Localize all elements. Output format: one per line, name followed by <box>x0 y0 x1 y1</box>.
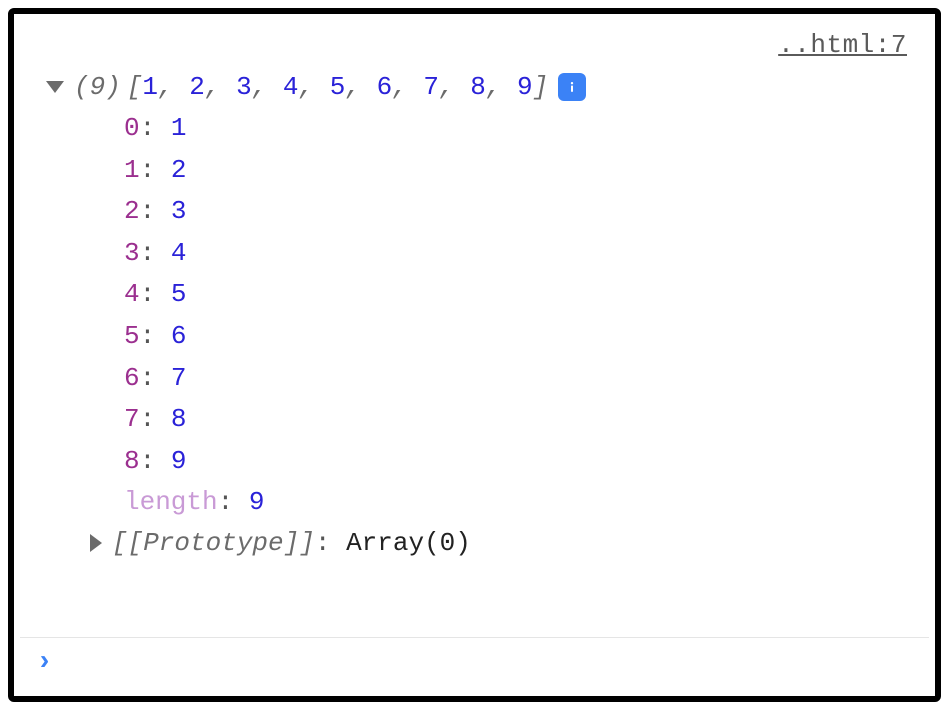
console-panel: ..html:7 (9) [1, 2, 3, 4, 5, 6, 7, 8, 9]… <box>8 8 941 702</box>
property-row[interactable]: 4: 5 <box>124 274 915 316</box>
property-key: 5 <box>124 321 140 351</box>
disclosure-triangle-icon[interactable] <box>46 81 64 93</box>
prototype-label: [[Prototype]] <box>112 528 315 558</box>
property-row[interactable]: 0: 1 <box>124 108 915 150</box>
log-entry: (9) [1, 2, 3, 4, 5, 6, 7, 8, 9] <box>34 72 915 102</box>
array-preview[interactable]: [1, 2, 3, 4, 5, 6, 7, 8, 9] <box>127 72 548 102</box>
bracket-open: [ <box>127 72 143 102</box>
length-row[interactable]: length: 9 <box>124 482 915 524</box>
array-element: 2 <box>189 72 205 102</box>
property-key: length <box>124 487 218 517</box>
property-key: 8 <box>124 446 140 476</box>
property-value: 6 <box>171 321 187 351</box>
property-row[interactable]: 3: 4 <box>124 233 915 275</box>
separator: , <box>299 72 330 102</box>
prototype-value: Array(0) <box>346 528 471 558</box>
separator: , <box>345 72 376 102</box>
property-key: 3 <box>124 238 140 268</box>
property-row[interactable]: 2: 3 <box>124 191 915 233</box>
property-value: 2 <box>171 155 187 185</box>
property-value: 9 <box>171 446 187 476</box>
colon: : <box>140 321 171 351</box>
array-element: 7 <box>423 72 439 102</box>
separator: , <box>252 72 283 102</box>
colon: : <box>140 113 171 143</box>
property-row[interactable]: 8: 9 <box>124 441 915 483</box>
colon: : <box>140 363 171 393</box>
property-row[interactable]: 5: 6 <box>124 316 915 358</box>
colon: : <box>140 279 171 309</box>
colon: : <box>140 155 171 185</box>
property-value: 1 <box>171 113 187 143</box>
array-element: 1 <box>142 72 158 102</box>
array-element: 6 <box>377 72 393 102</box>
separator: , <box>158 72 189 102</box>
property-value: 5 <box>171 279 187 309</box>
property-row[interactable]: 7: 8 <box>124 399 915 441</box>
property-value: 3 <box>171 196 187 226</box>
bracket-close: ] <box>533 72 549 102</box>
expanded-properties: 0: 11: 22: 33: 44: 55: 66: 77: 88: 9leng… <box>34 108 915 524</box>
property-value: 8 <box>171 404 187 434</box>
source-link[interactable]: ..html:7 <box>778 30 907 60</box>
property-key: 6 <box>124 363 140 393</box>
disclosure-triangle-icon[interactable] <box>90 534 102 552</box>
info-icon[interactable] <box>558 73 586 101</box>
array-element: 4 <box>283 72 299 102</box>
property-key: 7 <box>124 404 140 434</box>
property-value: 4 <box>171 238 187 268</box>
colon: : <box>140 238 171 268</box>
property-value: 9 <box>249 487 265 517</box>
separator: , <box>392 72 423 102</box>
property-key: 2 <box>124 196 140 226</box>
property-value: 7 <box>171 363 187 393</box>
colon: : <box>140 196 171 226</box>
colon: : <box>218 487 249 517</box>
array-element: 3 <box>236 72 252 102</box>
separator: , <box>439 72 470 102</box>
property-row[interactable]: 6: 7 <box>124 358 915 400</box>
console-prompt-icon[interactable]: › <box>36 647 53 678</box>
array-element: 9 <box>517 72 533 102</box>
array-element: 8 <box>470 72 486 102</box>
array-length-summary: (9) <box>74 72 121 102</box>
prototype-row[interactable]: [[Prototype]]: Array(0) <box>34 528 915 558</box>
property-row[interactable]: 1: 2 <box>124 150 915 192</box>
array-element: 5 <box>330 72 346 102</box>
property-key: 4 <box>124 279 140 309</box>
separator: , <box>205 72 236 102</box>
divider <box>20 637 929 638</box>
separator: , <box>486 72 517 102</box>
property-key: 0 <box>124 113 140 143</box>
property-key: 1 <box>124 155 140 185</box>
colon: : <box>140 446 171 476</box>
colon: : <box>140 404 171 434</box>
